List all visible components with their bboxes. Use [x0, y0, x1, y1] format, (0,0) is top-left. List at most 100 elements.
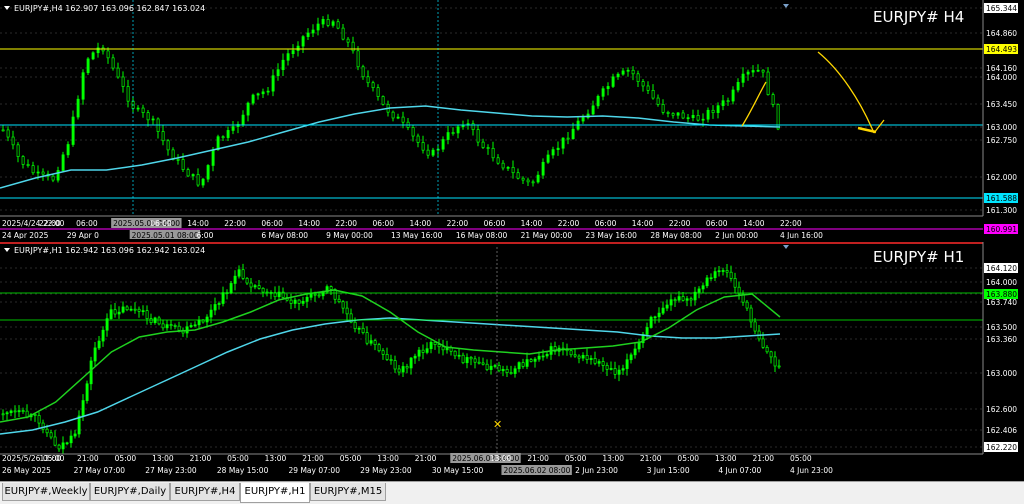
- time-tick-label: 22:00: [335, 219, 357, 228]
- candle-body: [669, 299, 673, 306]
- candle-body: [569, 350, 573, 356]
- time-tick-label: 21:00: [640, 454, 662, 463]
- candle-body: [451, 132, 455, 134]
- price-tick-label: 161.300: [986, 206, 1017, 215]
- candle-body: [521, 362, 525, 367]
- candle-body: [706, 109, 710, 120]
- candle-body: [609, 368, 613, 370]
- candle-body: [411, 127, 415, 137]
- time-tick-label: 21:00: [190, 454, 212, 463]
- candle-body: [237, 269, 241, 277]
- candle-body: [541, 355, 545, 358]
- candle-body: [101, 329, 105, 342]
- tab-h1[interactable]: EURJPY#,H1: [240, 483, 310, 503]
- candle-body: [611, 76, 615, 87]
- h4-chart-pane[interactable]: 165.344 164.860 164.493 164.160 164.000 163.4…: [0, 0, 1024, 240]
- candle-body: [681, 296, 685, 301]
- candle-body: [653, 316, 657, 319]
- time-tick-label: 14:00: [521, 219, 543, 228]
- candle-body: [216, 136, 220, 151]
- candle-body: [516, 172, 520, 179]
- candle-body: [713, 271, 717, 279]
- candle-body: [556, 147, 560, 150]
- tab-weekly[interactable]: EURJPY#,Weekly: [2, 483, 90, 501]
- candle-body: [353, 321, 357, 329]
- candle-body: [271, 75, 275, 92]
- candle-body: [226, 130, 230, 138]
- candle-body: [696, 115, 700, 121]
- candle-body: [645, 327, 649, 335]
- price-tick-label: 163.450: [986, 100, 1017, 109]
- candle-body: [21, 410, 25, 412]
- candle-body: [725, 270, 729, 273]
- time-tick-label: 06:00: [372, 219, 394, 228]
- candle-body: [85, 383, 89, 401]
- candle-body: [701, 118, 705, 121]
- candle-body: [136, 107, 140, 110]
- tab-daily[interactable]: EURJPY#,Daily: [90, 483, 170, 501]
- candle-body: [589, 358, 593, 360]
- candle-body: [301, 36, 305, 47]
- candle-body: [566, 137, 570, 140]
- candle-body: [345, 307, 349, 315]
- candle-body: [256, 93, 260, 96]
- candle-body: [36, 171, 40, 174]
- time-tick-label: 05:00: [790, 454, 812, 463]
- candle-body: [429, 341, 433, 350]
- candle-body: [196, 174, 200, 186]
- candle-body: [251, 94, 255, 104]
- candle-body: [673, 299, 677, 302]
- candle-body: [76, 98, 80, 118]
- candle-body: [431, 149, 435, 156]
- time-tick-label: 14:00: [632, 219, 654, 228]
- candle-body: [81, 72, 85, 100]
- candle-body: [373, 340, 377, 346]
- candle-body: [536, 174, 540, 183]
- h4-chart[interactable]: 165.344 164.860 164.493 164.160164.000 163.4…: [0, 0, 1024, 240]
- candle-body: [293, 299, 297, 304]
- candle-body: [301, 301, 305, 304]
- price-tick-label: 165.344: [986, 4, 1017, 13]
- price-tick-label: 160.991: [986, 225, 1017, 234]
- h4-symbol-label: EURJPY# H4: [873, 8, 964, 26]
- candle-body: [681, 112, 685, 119]
- candle-body: [453, 350, 457, 357]
- candle-body: [337, 298, 341, 303]
- candle-body: [305, 296, 309, 302]
- h1-chart[interactable]: ✕ 164.120164.000163.880163.740163.500163…: [0, 242, 1024, 480]
- candle-body: [93, 347, 97, 362]
- candle-body: [686, 117, 690, 120]
- candle-body: [157, 317, 161, 325]
- time-tick-label: 05:00: [340, 454, 362, 463]
- price-tick-label: 162.406: [986, 426, 1017, 435]
- time-tick-label: 14:00: [298, 219, 320, 228]
- candle-body: [189, 325, 193, 328]
- candle-body: [241, 114, 245, 125]
- candle-body: [193, 324, 197, 327]
- candle-body: [9, 410, 13, 414]
- candle-body: [381, 96, 385, 105]
- candle-body: [13, 410, 17, 413]
- candle-body: [116, 67, 120, 78]
- h1-chart-pane[interactable]: ✕ 164.120 164.000 163.880 163.740 163.500 163…: [0, 242, 1024, 480]
- time-tick-label: 30 May 15:00: [432, 466, 484, 475]
- candle-body: [546, 154, 550, 163]
- candle-body: [309, 293, 313, 298]
- candle-body: [73, 433, 77, 437]
- candle-body: [513, 368, 517, 374]
- tab-h4[interactable]: EURJPY#,H4: [170, 483, 240, 501]
- candle-body: [391, 111, 395, 119]
- candle-body: [25, 410, 29, 418]
- time-tick-label: 06:00: [261, 219, 283, 228]
- candle-body: [733, 278, 737, 288]
- candle-body: [276, 69, 280, 77]
- tab-m15[interactable]: EURJPY#,M15: [310, 483, 386, 501]
- candle-body: [117, 311, 121, 315]
- candle-body: [281, 59, 285, 71]
- time-tick-label: 13:00: [265, 454, 287, 463]
- candle-body: [621, 368, 625, 371]
- candle-body: [16, 144, 20, 157]
- candle-body: [525, 359, 529, 367]
- candle-body: [341, 27, 345, 40]
- time-tick-label: 29 May 07:00: [289, 466, 341, 475]
